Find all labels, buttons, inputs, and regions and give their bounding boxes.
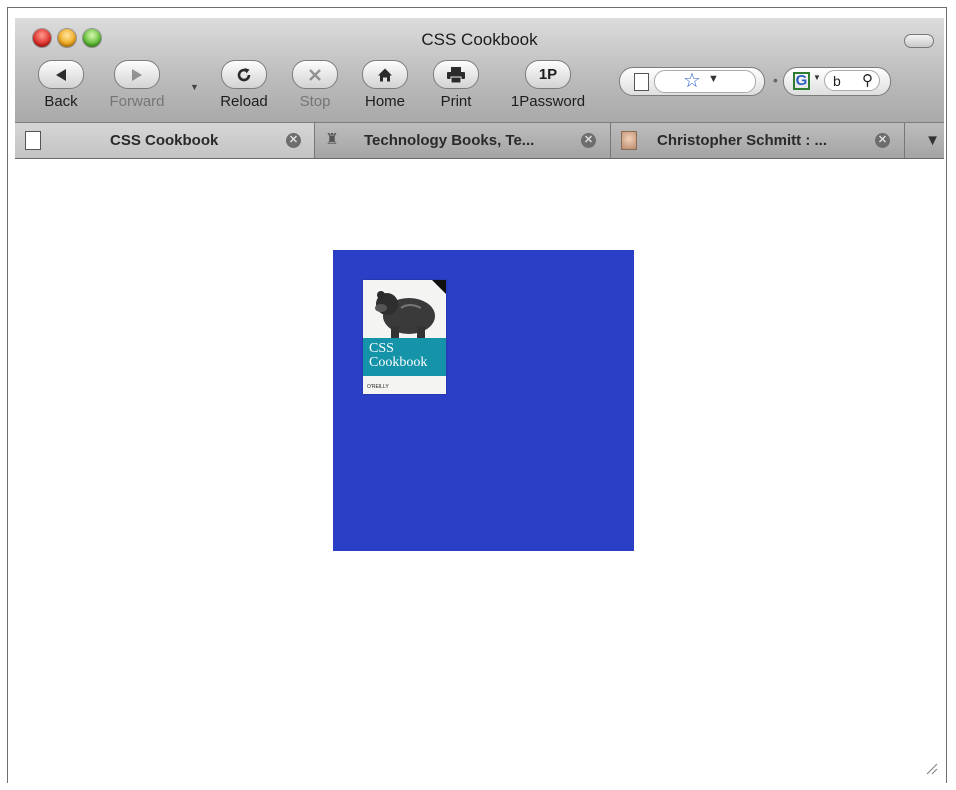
close-tab-icon[interactable]: ✕ [581,133,596,148]
tab-css-cookbook[interactable]: CSS Cookbook ✕ [15,123,315,158]
toolbar: CSS Cookbook Back Forward ▼ Reload Stop … [15,18,944,123]
close-tab-icon[interactable]: ✕ [875,133,890,148]
tab-overflow-icon[interactable]: ▼ [925,132,940,149]
book-cover-image: CSS Cookbook O'REILLY [363,280,446,394]
home-label: Home [364,93,405,110]
back-label: Back [44,93,78,110]
reload-button[interactable]: Reload [214,60,274,110]
1password-label: 1Password [510,93,586,110]
stop-button[interactable]: Stop [285,60,345,110]
book-title-line1: CSS [369,341,394,356]
page-content: CSS Cookbook O'REILLY [15,159,944,783]
address-bar[interactable]: ☆ ▼ [619,67,765,96]
robot-icon: ♜ [325,131,339,148]
home-button[interactable]: Home [355,60,415,110]
google-icon[interactable]: G [793,72,810,90]
home-icon [362,60,408,89]
print-button[interactable]: Print [426,60,486,110]
separator-dot: • [773,72,778,88]
cover-corner [432,280,446,294]
history-dropdown-icon[interactable]: ▼ [190,82,199,92]
search-icon[interactable]: ⚲ [862,71,873,89]
toolbar-toggle-button[interactable] [904,34,934,48]
tab-label: CSS Cookbook [110,132,219,149]
reload-label: Reload [220,93,268,110]
search-box[interactable]: G ▼ b ⚲ [783,67,891,96]
resize-grip-icon[interactable] [924,761,938,775]
tab-label: Technology Books, Te... [364,132,535,149]
reload-icon [221,60,267,89]
window-title: CSS Cookbook [421,30,538,49]
bookmark-star-icon[interactable]: ☆ [683,68,701,93]
book-title: CSS Cookbook [369,342,427,370]
1password-button[interactable]: 1P 1Password [508,60,588,110]
forward-icon [114,60,160,89]
forward-button[interactable]: Forward [107,60,167,110]
stop-label: Stop [299,93,331,110]
tab-label: Christopher Schmitt : ... [657,132,828,149]
tab-bar: CSS Cookbook ✕ ♜ Technology Books, Te...… [15,123,944,159]
forward-label: Forward [109,93,165,110]
book-title-line2: Cookbook [369,355,428,370]
bear-illustration [375,291,435,340]
blue-background-box: CSS Cookbook O'REILLY [333,250,634,551]
tab-technology-books[interactable]: ♜ Technology Books, Te... ✕ [315,123,611,158]
page-icon [634,73,649,91]
portrait-icon [621,131,637,150]
1password-icon: 1P [525,60,571,89]
url-field[interactable] [654,70,756,93]
back-button[interactable]: Back [31,60,91,110]
search-engine-dropdown-icon[interactable]: ▼ [813,73,821,82]
back-icon [38,60,84,89]
stop-icon [292,60,338,89]
print-label: Print [440,93,472,110]
printer-icon [433,60,479,89]
chevron-down-icon[interactable]: ▼ [708,73,719,85]
book-publisher: O'REILLY [367,384,389,390]
tab-christopher-schmitt[interactable]: Christopher Schmitt : ... ✕ [611,123,905,158]
close-tab-icon[interactable]: ✕ [286,133,301,148]
page-icon [25,131,41,150]
